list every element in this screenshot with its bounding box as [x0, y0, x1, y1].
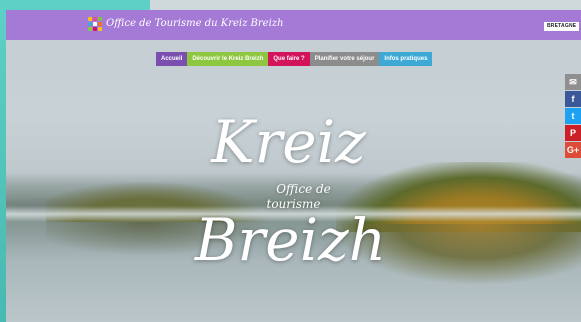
hero-title-kreiz: Kreiz — [211, 108, 366, 176]
nav-item-2[interactable]: Que faire ? — [268, 52, 310, 66]
nav-item-4[interactable]: Infos pratiques — [379, 52, 433, 66]
email-icon[interactable]: ✉ — [565, 74, 581, 90]
hero-subtitle-office-de: Office de — [276, 182, 331, 196]
site-name[interactable]: Office de Tourisme du Kreiz Breizh — [106, 18, 284, 29]
nav-item-0[interactable]: Accueil — [156, 52, 188, 66]
nav-item-1[interactable]: Découvrir le Kreiz Breizh — [187, 52, 269, 66]
twitter-icon[interactable]: t — [565, 108, 581, 124]
site-logo-icon[interactable] — [88, 17, 102, 31]
website-page: Office de Tourisme du Kreiz Breizh BRETA… — [6, 10, 581, 322]
nav-item-3[interactable]: Planifier votre séjour — [309, 52, 380, 66]
main-navigation: Accueil Découvrir le Kreiz Breizh Que fair… — [156, 52, 433, 66]
google-plus-icon[interactable]: G+ — [565, 142, 581, 158]
pinterest-icon[interactable]: P — [565, 125, 581, 141]
site-header: Office de Tourisme du Kreiz Breizh BRETA… — [6, 10, 581, 40]
facebook-icon[interactable]: f — [565, 91, 581, 107]
hero-title-breizh: Breizh — [194, 206, 387, 274]
bretagne-logo[interactable]: BRETAGNE — [544, 22, 580, 31]
